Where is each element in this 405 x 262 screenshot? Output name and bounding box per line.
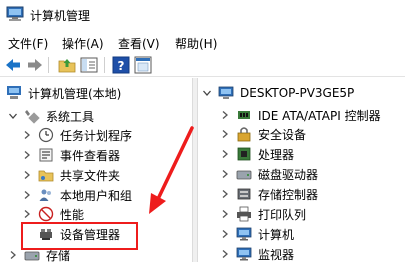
chevron-right-icon[interactable] [220,209,230,219]
title-bar: 计算机管理 [0,0,405,29]
device-tree-root[interactable]: DESKTOP-PV3GE5P [202,83,354,103]
clock-icon [38,127,54,143]
chevron-right-icon[interactable] [8,250,18,260]
tree-item-local-users-groups[interactable]: 本地用户和组 [22,185,132,205]
device-category-security[interactable]: 安全设备 [220,124,306,144]
device-category-label: 计算机 [258,227,295,242]
device-category-print-queues[interactable]: 打印队列 [220,204,306,224]
toolbox-icon [25,110,40,124]
performance-icon [38,206,54,222]
chevron-right-icon[interactable] [22,150,32,160]
tree-item-label: 性能 [60,207,85,222]
chevron-right-icon[interactable] [220,129,230,139]
processor-icon [237,147,251,161]
tree-item-task-scheduler[interactable]: 任务计划程序 [22,125,132,145]
show-hide-tree-icon[interactable] [80,56,98,74]
tree-item-event-viewer[interactable]: 事件查看器 [22,145,120,165]
chevron-right-icon[interactable] [220,229,230,239]
chevron-down-icon[interactable] [202,88,212,98]
printer-icon [237,206,251,222]
chevron-right-icon[interactable] [22,170,32,180]
computer-management-icon [7,86,21,99]
device-category-computer[interactable]: 计算机 [220,224,294,244]
tree-root[interactable]: 计算机管理(本地) [6,83,121,103]
device-category-label: 处理器 [258,147,295,162]
toolbar: ? [0,53,405,77]
storage-controller-icon [237,188,251,200]
tree-system-tools-label: 系统工具 [46,109,95,124]
chevron-right-icon[interactable] [22,190,32,200]
device-category-label: 打印队列 [258,207,307,222]
device-tree: DESKTOP-PV3GE5P IDE ATA/ATAPI 控制器 安全设备 处… [198,82,405,262]
window-title: 计算机管理 [30,9,91,23]
device-category-label: 存储控制器 [258,187,319,202]
menu-bar: 文件(F) 操作(A) 查看(V) 帮助(H) [0,31,405,53]
device-category-ide[interactable]: IDE ATA/ATAPI 控制器 [220,105,381,125]
tree-item-label: 共享文件夹 [60,168,121,183]
toolbar-separator [48,57,49,73]
shared-folder-icon [38,170,54,182]
chevron-right-icon[interactable] [220,110,230,120]
disk-drive-icon [236,170,252,180]
computer-name: DESKTOP-PV3GE5P [240,86,355,100]
chevron-right-icon[interactable] [220,149,230,159]
tree-item-label: 任务计划程序 [60,128,133,143]
monitor-icon [236,247,252,261]
toolbar-separator [104,57,105,73]
computer-management-icon [6,6,24,21]
menu-help[interactable]: 帮助(H) [175,35,217,52]
menu-file[interactable]: 文件(F) [8,35,48,52]
security-device-icon [237,127,251,142]
device-category-processors[interactable]: 处理器 [220,144,294,164]
menu-view[interactable]: 查看(V) [118,35,160,52]
chevron-right-icon[interactable] [220,169,230,179]
device-category-label: 监视器 [258,247,295,262]
ide-controller-icon [238,111,250,119]
monitor-icon [236,227,252,241]
chevron-right-icon[interactable] [220,249,230,259]
tree-item-shared-folders[interactable]: 共享文件夹 [22,165,120,185]
forward-arrow-icon[interactable] [26,56,44,74]
menu-action[interactable]: 操作(A) [62,35,104,52]
chevron-right-icon[interactable] [22,130,32,140]
device-category-label: 安全设备 [258,127,307,142]
chevron-down-icon[interactable] [8,111,18,121]
back-arrow-icon[interactable] [4,56,22,74]
device-category-label: IDE ATA/ATAPI 控制器 [258,108,381,123]
annotation-highlight-box [21,222,138,250]
device-category-storage-controllers[interactable]: 存储控制器 [220,184,318,204]
device-category-label: 磁盘驱动器 [258,167,319,182]
computer-icon [218,86,234,99]
help-icon[interactable]: ? [112,56,130,74]
tree-item-label: 本地用户和组 [60,188,133,203]
users-icon [39,189,51,201]
event-viewer-icon [39,148,53,162]
chevron-right-icon[interactable] [22,209,32,219]
tree-item-label: 事件查看器 [60,148,121,163]
chevron-right-icon[interactable] [220,189,230,199]
tree-root-label: 计算机管理(本地) [28,86,122,101]
tree-item-performance[interactable]: 性能 [22,204,84,224]
tree-system-tools[interactable]: 系统工具 [8,106,94,126]
svg-text:?: ? [118,59,125,73]
device-category-disk-drives[interactable]: 磁盘驱动器 [220,164,318,184]
device-category-monitors[interactable]: 监视器 [220,244,294,262]
properties-icon[interactable] [134,56,152,74]
up-folder-icon[interactable] [58,56,76,74]
